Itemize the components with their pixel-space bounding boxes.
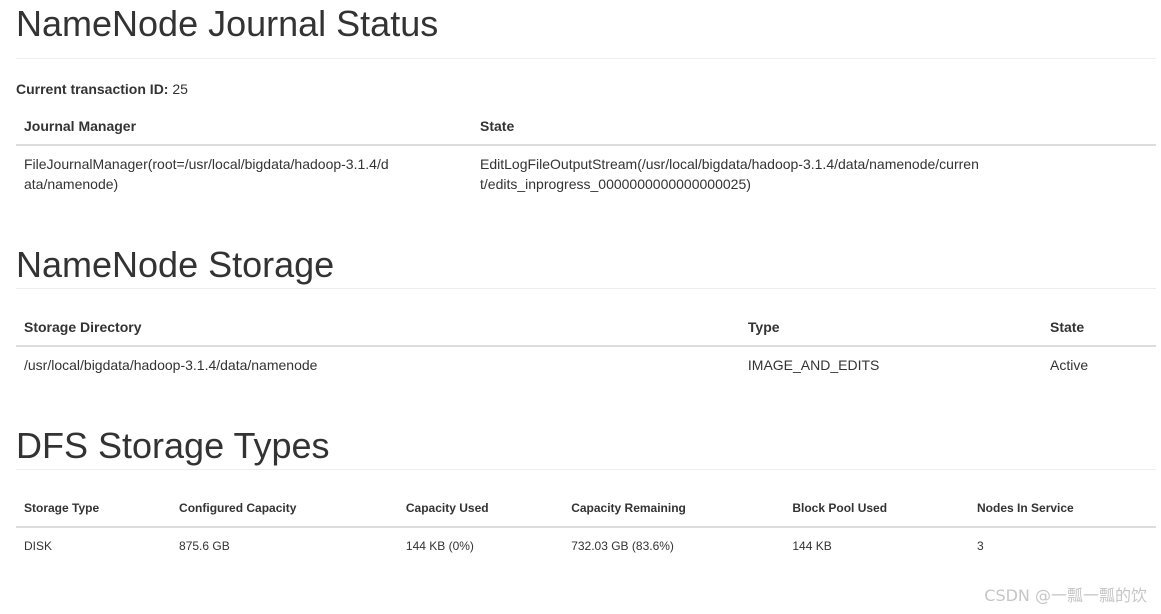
journal-manager-value: FileJournalManager(root=/usr/local/bigda… — [24, 156, 389, 192]
watermark: CSDN @一瓢一瓢的饮 — [984, 586, 1147, 605]
journal-col-manager: Journal Manager — [16, 108, 472, 146]
storage-type-value: IMAGE_AND_EDITS — [747, 357, 880, 373]
dfs-col-capacity-remaining: Capacity Remaining — [563, 490, 785, 528]
dfs-title: DFS Storage Types — [16, 425, 330, 466]
page: NameNode Journal Status Current transact… — [0, 0, 1161, 614]
storage-col-type: Type — [739, 309, 1042, 347]
journal-col-state: State — [472, 108, 1156, 146]
dfs-col-configured-capacity: Configured Capacity — [171, 490, 398, 528]
dfs-col-capacity-used: Capacity Used — [397, 490, 564, 528]
dfs-capacity-remaining-value: 732.03 GB (83.6%) — [571, 539, 674, 553]
journal-table: Journal Manager State FileJournalManager… — [16, 108, 1156, 202]
dfs-block-pool-used-value: 144 KB — [792, 539, 832, 553]
table-row: DISK 875.6 GB 144 KB (0%) 732.03 GB (83.… — [16, 527, 1156, 564]
dfs-nodes-in-service-value: 3 — [977, 539, 984, 553]
dfs-col-block-pool-used: Block Pool Used — [784, 490, 970, 528]
dfs-header: DFS Storage Types — [16, 412, 1156, 470]
dfs-col-storage-type: Storage Type — [16, 490, 172, 528]
storage-table: Storage Directory Type State /usr/local/… — [16, 309, 1156, 383]
storage-col-directory: Storage Directory — [16, 309, 740, 347]
journal-manager-cell: FileJournalManager(root=/usr/local/bigda… — [16, 145, 472, 202]
journal-header-row: Journal Manager State — [16, 108, 1156, 146]
storage-directory-value: /usr/local/bigdata/hadoop-3.1.4/data/nam… — [24, 357, 318, 373]
txid-label: Current transaction ID: — [16, 81, 169, 97]
journal-state-cell: EditLogFileOutputStream(/usr/local/bigda… — [472, 145, 1156, 202]
storage-col-state: State — [1041, 309, 1156, 347]
dfs-table: Storage Type Configured Capacity Capacit… — [16, 490, 1156, 564]
dfs-col-nodes-in-service: Nodes In Service — [969, 490, 1156, 528]
table-row: FileJournalManager(root=/usr/local/bigda… — [16, 145, 1156, 202]
dfs-configured-capacity-value: 875.6 GB — [179, 539, 230, 553]
storage-state-value: Active — [1049, 357, 1089, 373]
table-row: /usr/local/bigdata/hadoop-3.1.4/data/nam… — [16, 346, 1156, 383]
current-transaction-id: Current transaction ID: 25 — [16, 79, 1156, 99]
journal-header: NameNode Journal Status — [16, 0, 1156, 59]
dfs-capacity-used-value: 144 KB (0%) — [405, 539, 474, 553]
dfs-header-row: Storage Type Configured Capacity Capacit… — [16, 490, 1156, 528]
dfs-storage-type-value: DISK — [24, 539, 53, 553]
storage-title: NameNode Storage — [16, 244, 335, 285]
journal-state-value: EditLogFileOutputStream(/usr/local/bigda… — [480, 156, 979, 192]
storage-header-row: Storage Directory Type State — [16, 309, 1156, 347]
txid-value: 25 — [172, 81, 188, 97]
storage-header: NameNode Storage — [16, 231, 1156, 289]
journal-title: NameNode Journal Status — [16, 3, 439, 44]
